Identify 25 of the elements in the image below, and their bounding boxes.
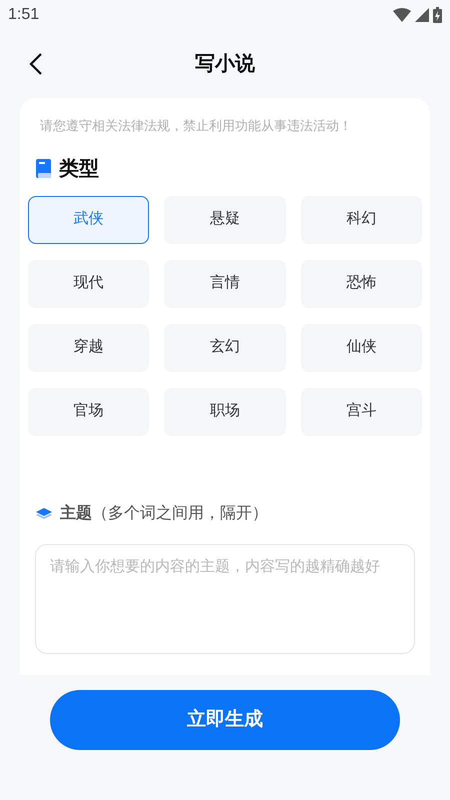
wifi-icon [393,8,411,22]
signal-icon [415,8,429,22]
genre-option[interactable]: 现代 [28,260,150,308]
section-title: 类型 [59,156,99,182]
genre-option[interactable]: 穿越 [28,324,150,372]
genre-option[interactable]: 宫斗 [300,388,422,436]
genre-option[interactable]: 玄幻 [164,324,286,372]
generate-button[interactable]: 立即生成 [50,690,400,750]
genre-option[interactable]: 科幻 [300,196,422,244]
theme-input-field[interactable]: 请输入你想要的内容的主题，内容写的越精确越好 [35,544,415,654]
book-icon [36,159,51,178]
genre-option[interactable]: 职场 [164,388,286,436]
layers-icon [36,506,52,522]
genre-option[interactable]: 武侠 [28,196,150,244]
back-icon [29,52,43,76]
genre-option[interactable]: 仙侠 [300,324,422,372]
genre-option[interactable]: 恐怖 [300,260,422,308]
battery-icon [433,7,442,23]
genre-option[interactable]: 悬疑 [164,196,286,244]
genre-option[interactable]: 官场 [28,388,150,436]
notice-text: 请您遵守相关法律法规，禁止利用功能从事违法活动！ [39,117,353,135]
theme-label: 主题（多个词之间用，隔开） [60,503,268,524]
genre-option[interactable]: 言情 [164,260,286,308]
status-time: 1:51 [8,5,40,25]
page-title: 写小说 [195,52,255,77]
